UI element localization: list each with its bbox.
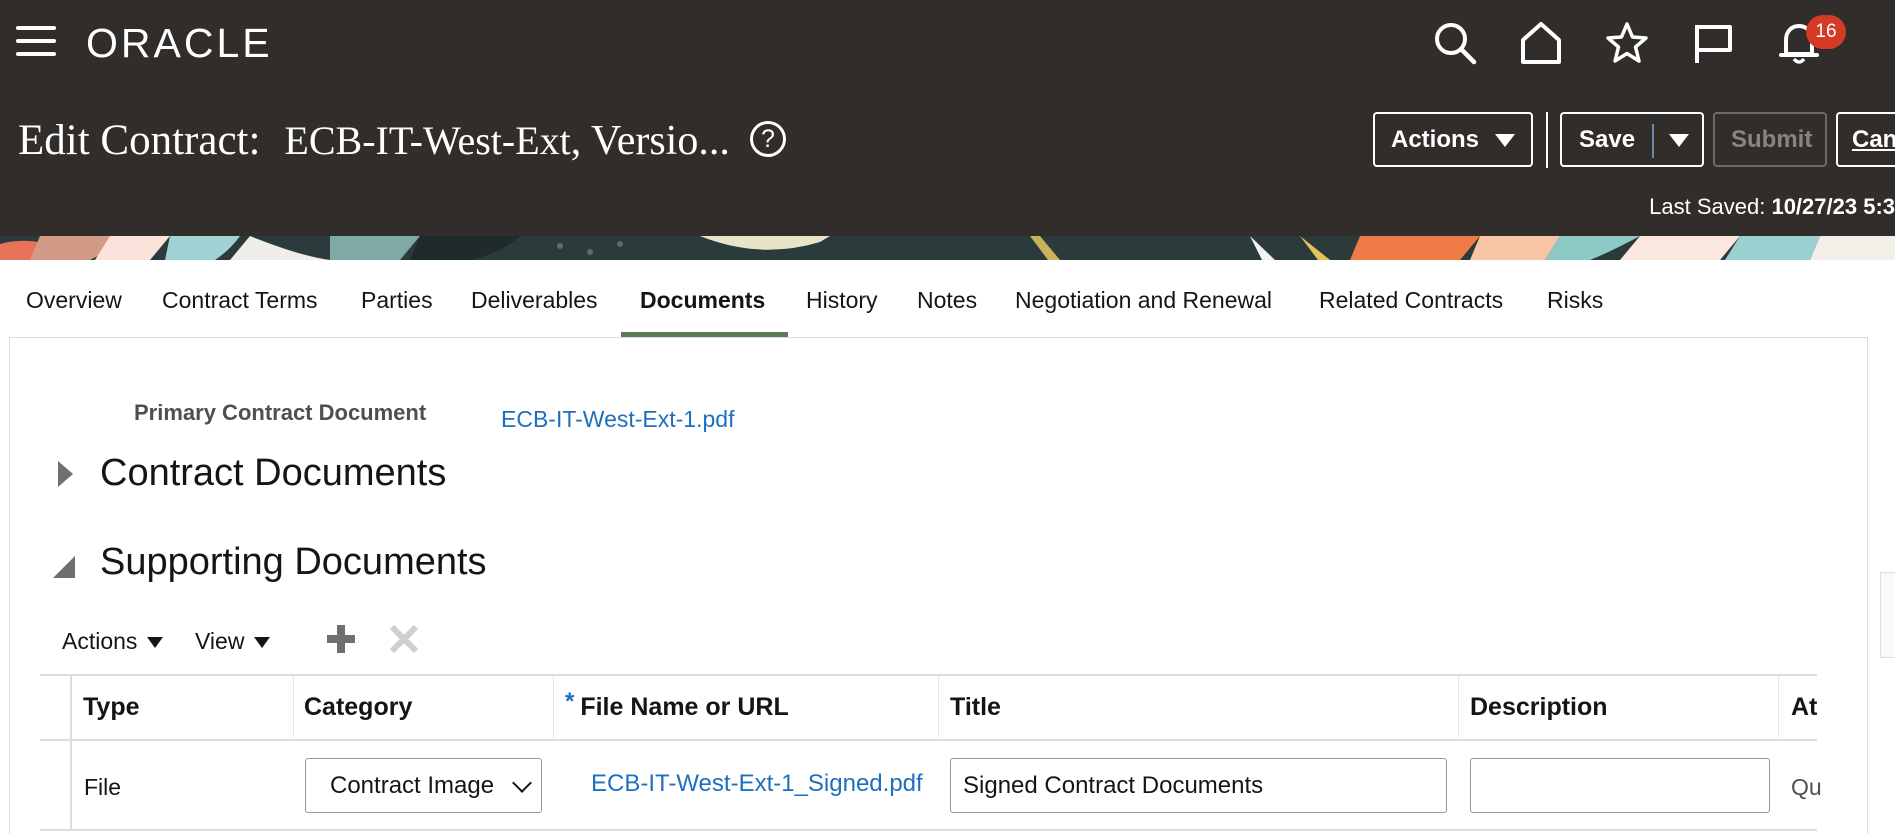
tab-notes[interactable]: Notes <box>917 280 977 338</box>
tab-negotiation-and-renewal[interactable]: Negotiation and Renewal <box>1015 280 1272 338</box>
contract-name: ECB-IT-West-Ext <box>284 118 571 163</box>
cancel-button[interactable]: Can <box>1836 112 1895 167</box>
tab-contract-terms[interactable]: Contract Terms <box>162 280 318 338</box>
description-input[interactable] <box>1470 758 1770 813</box>
column-divider <box>553 676 554 738</box>
search-icon[interactable] <box>1432 20 1478 66</box>
toolbar-separator <box>1546 112 1548 168</box>
oracle-logo[interactable]: ORACLE <box>86 19 273 67</box>
title-input[interactable] <box>950 758 1447 813</box>
category-select-value: Contract Image <box>330 772 495 799</box>
tab-history[interactable]: History <box>806 280 878 338</box>
tab-overview[interactable]: Overview <box>26 280 122 338</box>
actions-button-label: Actions <box>1391 126 1480 153</box>
row-selector-divider <box>70 676 72 831</box>
column-header-attached-by[interactable]: At <box>1791 693 1817 722</box>
column-header-title[interactable]: Title <box>950 693 1001 722</box>
expand-caret-icon[interactable] <box>50 455 88 493</box>
caret-down-icon <box>1495 134 1515 147</box>
page-title-label: Edit Contract: <box>18 117 261 164</box>
column-header-description[interactable]: Description <box>1470 693 1608 722</box>
submit-button[interactable]: Submit <box>1713 112 1827 167</box>
save-options-caret-icon[interactable] <box>1669 134 1689 147</box>
cell-attached-by: Qu <box>1791 774 1822 800</box>
tab-parties[interactable]: Parties <box>361 280 433 338</box>
supporting-documents-title: Supporting Documents <box>100 541 487 584</box>
column-divider <box>293 676 294 738</box>
notification-count-badge[interactable]: 16 <box>1806 15 1846 49</box>
page-title: Edit Contract: ECB-IT-West-Ext, Versio... <box>18 115 730 167</box>
column-header-category[interactable]: Category <box>304 693 412 722</box>
tab-bar: Overview Contract Terms Parties Delivera… <box>0 280 1895 338</box>
decorative-banner <box>0 236 1895 260</box>
chevron-down-icon <box>512 773 532 793</box>
side-scrollbar[interactable] <box>1880 572 1895 658</box>
supporting-documents-toolbar: Actions View <box>62 622 462 662</box>
delete-row-icon[interactable] <box>387 622 421 656</box>
collapse-caret-icon[interactable] <box>50 544 88 582</box>
file-name-link[interactable]: ECB-IT-West-Ext-1_Signed.pdf <box>591 770 923 798</box>
primary-contract-document-label: Primary Contract Document <box>134 400 427 425</box>
column-header-type[interactable]: Type <box>83 693 140 722</box>
table-view-menu[interactable]: View <box>195 628 271 655</box>
column-header-file-name-label: File Name or URL <box>580 693 789 721</box>
save-button[interactable]: Save <box>1560 112 1704 167</box>
contract-documents-title: Contract Documents <box>100 452 447 495</box>
category-select[interactable]: Contract Image <box>305 758 542 813</box>
contract-version: , Versio... <box>570 118 730 164</box>
last-saved-status: Last Saved: 10/27/23 5:3 <box>1649 194 1895 220</box>
actions-menu-button[interactable]: Actions <box>1373 112 1533 167</box>
table-view-label: View <box>195 628 245 654</box>
help-icon[interactable]: ? <box>750 121 786 157</box>
column-divider <box>1458 676 1459 738</box>
tab-deliverables[interactable]: Deliverables <box>471 280 598 338</box>
contract-documents-section-header[interactable]: Contract Documents <box>50 451 446 495</box>
cell-type: File <box>84 774 122 800</box>
split-divider <box>1652 124 1654 158</box>
table-row-border <box>40 829 1817 831</box>
tab-related-contracts[interactable]: Related Contracts <box>1319 280 1503 338</box>
table-top-border <box>40 674 1817 676</box>
table-actions-menu[interactable]: Actions <box>62 628 164 655</box>
column-divider <box>938 676 939 738</box>
add-row-icon[interactable] <box>324 622 358 656</box>
required-indicator: * <box>565 688 575 715</box>
column-header-file-name[interactable]: * File Name or URL <box>565 688 789 722</box>
caret-down-icon <box>147 637 164 649</box>
home-icon[interactable] <box>1518 20 1564 66</box>
tab-documents[interactable]: Documents <box>640 280 765 338</box>
table-header-border <box>40 739 1817 741</box>
table-actions-label: Actions <box>62 628 138 654</box>
primary-contract-document-link[interactable]: ECB-IT-West-Ext-1.pdf <box>501 406 734 433</box>
global-header: ORACLE 16 Edit Contract: ECB-IT-West-Ext,… <box>0 0 1895 236</box>
save-button-label: Save <box>1579 126 1636 153</box>
star-icon[interactable] <box>1604 20 1650 66</box>
supporting-documents-section-header[interactable]: Supporting Documents <box>50 540 487 584</box>
last-saved-label: Last Saved: <box>1649 194 1766 219</box>
tab-risks[interactable]: Risks <box>1547 280 1603 338</box>
column-divider <box>1778 676 1779 738</box>
last-saved-value: 10/27/23 5:3 <box>1771 194 1895 219</box>
flag-icon[interactable] <box>1690 20 1736 66</box>
hamburger-menu-icon[interactable] <box>16 26 56 58</box>
caret-down-icon <box>254 637 271 649</box>
